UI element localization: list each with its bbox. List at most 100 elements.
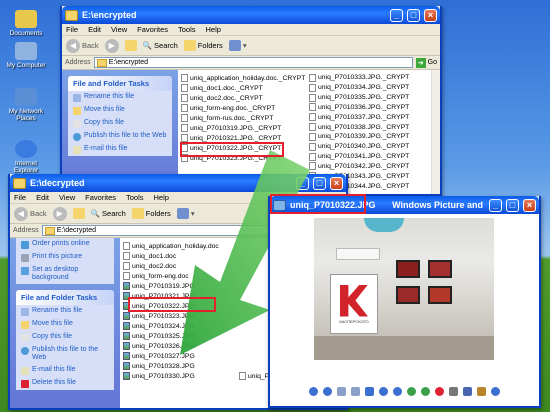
help-icon[interactable]: [491, 386, 500, 396]
delete-icon[interactable]: [435, 386, 444, 396]
menu-file[interactable]: File: [66, 25, 78, 34]
menu-view[interactable]: View: [111, 25, 127, 34]
maximize-button[interactable]: □: [506, 198, 519, 212]
menu-favorites[interactable]: Favorites: [137, 25, 168, 34]
file-item[interactable]: uniq_P7010325.JPG: [123, 331, 235, 341]
task-set-background[interactable]: Set as desktop background: [16, 264, 114, 284]
minimize-button[interactable]: _: [296, 176, 309, 190]
back-button[interactable]: ◀ Back: [14, 206, 47, 221]
file-item[interactable]: uniq_application_holiday.doc._CRYPT: [181, 73, 305, 83]
menu-help[interactable]: Help: [206, 25, 221, 34]
desktop-icon-ie[interactable]: Internet Explorer: [2, 140, 50, 174]
vertical-scrollbar[interactable]: [431, 70, 440, 194]
search-button[interactable]: 🔍 Search: [91, 209, 126, 218]
zoom-out-icon[interactable]: [393, 386, 402, 396]
file-item[interactable]: uniq_P7010341.JPG._CRYPT: [309, 152, 428, 162]
zoom-in-icon[interactable]: [379, 386, 388, 396]
views-button[interactable]: ▾: [228, 40, 247, 51]
file-item[interactable]: uniq_P7010342.JPG._CRYPT: [309, 161, 428, 171]
file-item[interactable]: uniq_form-eng.doc._CRYPT: [181, 103, 305, 113]
address-field[interactable]: E:\encrypted: [93, 57, 413, 68]
file-item[interactable]: uniq_doc2.doc._CRYPT: [181, 93, 305, 103]
file-item[interactable]: uniq_P7010326.JPG: [123, 341, 235, 351]
file-item[interactable]: uniq_P7010323.JPG: [123, 311, 235, 321]
file-item[interactable]: uniq_P7010328.JPG: [123, 361, 235, 371]
close-button[interactable]: ×: [523, 198, 536, 212]
best-fit-icon[interactable]: [337, 386, 346, 396]
up-folder-button[interactable]: [124, 40, 137, 51]
search-button[interactable]: 🔍 Search: [143, 41, 178, 50]
maximize-button[interactable]: □: [313, 176, 326, 190]
file-item[interactable]: uniq_P7010338.JPG._CRYPT: [309, 122, 428, 132]
file-item[interactable]: uniq_P7010336.JPG._CRYPT: [309, 102, 428, 112]
minimize-button[interactable]: _: [489, 198, 502, 212]
menu-tools[interactable]: Tools: [178, 25, 196, 34]
next-image-icon[interactable]: [323, 386, 332, 396]
up-folder-button[interactable]: [72, 208, 85, 219]
task-delete[interactable]: Delete this file: [16, 377, 114, 390]
task-box-heading[interactable]: File and Folder Tasks: [68, 76, 172, 91]
maximize-button[interactable]: □: [407, 8, 420, 22]
file-item[interactable]: uniq_P7010321.JPG: [123, 291, 235, 301]
file-item[interactable]: uniq_P7010339.JPG._CRYPT: [309, 132, 428, 142]
file-item-selected[interactable]: uniq_P7010322.JPG._CRYPT: [181, 143, 305, 153]
folders-button[interactable]: Folders: [183, 40, 223, 51]
file-item[interactable]: uniq_P7010321.JPG._CRYPT: [181, 133, 305, 143]
menu-tools[interactable]: Tools: [126, 193, 144, 202]
file-item[interactable]: uniq_application_holiday.doc: [123, 241, 235, 251]
close-button[interactable]: ×: [424, 8, 437, 22]
file-item[interactable]: uniq_P7010333.JPG._CRYPT: [309, 73, 428, 83]
menu-file[interactable]: File: [14, 193, 26, 202]
forward-button[interactable]: ▶: [104, 38, 119, 53]
file-item[interactable]: uniq_form-eng.doc: [123, 271, 235, 281]
menu-edit[interactable]: Edit: [36, 193, 49, 202]
file-item-selected[interactable]: uniq_P7010322.JPG: [123, 301, 235, 311]
task-move[interactable]: Move this file: [68, 104, 172, 117]
task-copy[interactable]: Copy this file: [68, 117, 172, 130]
actual-size-icon[interactable]: [351, 386, 360, 396]
file-item[interactable]: uniq_P7010327.JPG: [123, 351, 235, 361]
task-print-picture[interactable]: Print this picture: [16, 251, 114, 264]
file-item[interactable]: uniq_P7010337.JPG._CRYPT: [309, 112, 428, 122]
rotate-counterclockwise-icon[interactable]: [421, 386, 430, 396]
file-item[interactable]: uniq_doc1.doc: [123, 251, 235, 261]
menu-favorites[interactable]: Favorites: [85, 193, 116, 202]
go-button[interactable]: ➜ Go: [415, 57, 437, 68]
previous-image-icon[interactable]: [309, 386, 318, 396]
file-item[interactable]: uniq_doc1.doc._CRYPT: [181, 83, 305, 93]
desktop-icon-my-computer[interactable]: My Computer: [2, 42, 50, 69]
file-item[interactable]: uniq_P7010330.JPG: [123, 371, 235, 381]
task-box-heading[interactable]: File and Folder Tasks: [16, 290, 114, 306]
task-publish[interactable]: Publish this file to the Web: [68, 130, 172, 143]
menu-edit[interactable]: Edit: [88, 25, 101, 34]
rotate-clockwise-icon[interactable]: [407, 386, 416, 396]
file-item[interactable]: uniq_P7010334.JPG._CRYPT: [309, 83, 428, 93]
forward-button[interactable]: ▶: [52, 206, 67, 221]
save-icon[interactable]: [463, 386, 472, 396]
file-item[interactable]: uniq_P7010319.JPG: [123, 281, 235, 291]
task-order-prints[interactable]: Order prints online: [16, 238, 114, 251]
file-item[interactable]: uniq_P7010323.JPG._CRYPT: [181, 153, 305, 163]
slideshow-icon[interactable]: [365, 386, 374, 396]
minimize-button[interactable]: _: [390, 8, 403, 22]
task-move[interactable]: Move this file: [16, 318, 114, 331]
desktop-icon-documents[interactable]: Documents: [2, 10, 50, 37]
folders-button[interactable]: Folders: [131, 208, 171, 219]
file-item[interactable]: uniq_P7010335.JPG._CRYPT: [309, 93, 428, 103]
task-rename[interactable]: Rename this file: [16, 305, 114, 318]
file-item[interactable]: uniq_doc2.doc: [123, 261, 235, 271]
desktop-icon-network[interactable]: My Network Places: [2, 88, 50, 122]
close-button[interactable]: ×: [330, 176, 343, 190]
file-item[interactable]: uniq_P7010340.JPG._CRYPT: [309, 142, 428, 152]
file-item[interactable]: uniq_P7010319.JPG._CRYPT: [181, 123, 305, 133]
edit-icon[interactable]: [477, 386, 486, 396]
menu-view[interactable]: View: [59, 193, 75, 202]
views-button[interactable]: ▾: [176, 208, 195, 219]
file-item[interactable]: uniq_form-rus.doc._CRYPT: [181, 113, 305, 123]
menu-help[interactable]: Help: [154, 193, 169, 202]
file-item[interactable]: uniq_P7010324.JPG: [123, 321, 235, 331]
task-rename[interactable]: Rename this file: [68, 91, 172, 104]
task-email[interactable]: E-mail this file: [16, 364, 114, 377]
task-email[interactable]: E-mail this file: [68, 143, 172, 156]
print-icon[interactable]: [449, 386, 458, 396]
